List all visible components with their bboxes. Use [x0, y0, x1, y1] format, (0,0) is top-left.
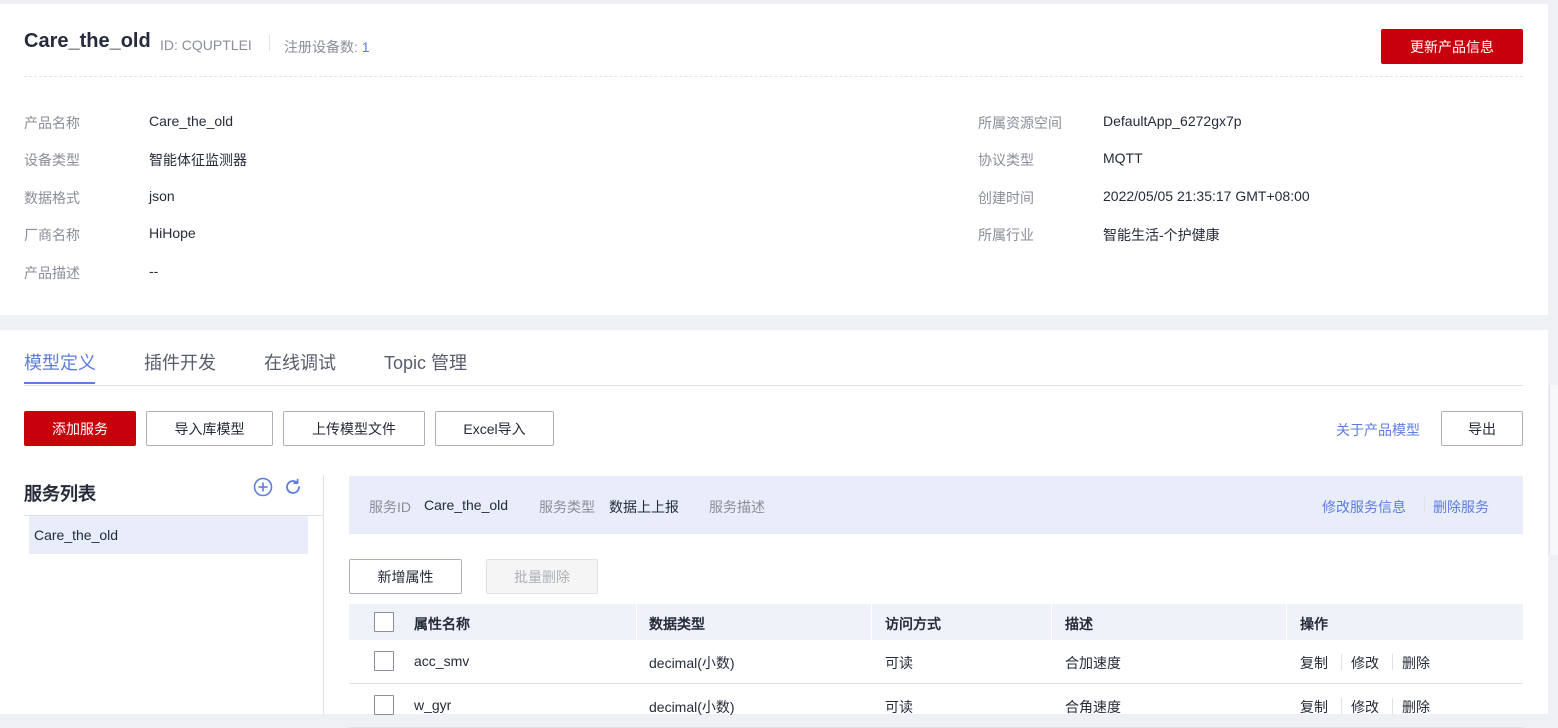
cell-description: 合加速度 [1065, 655, 1121, 671]
delete-link[interactable]: 删除 [1402, 697, 1430, 717]
cell-access: 可读 [885, 655, 913, 671]
about-product-model-link[interactable]: 关于产品模型 [1336, 420, 1420, 440]
info-value-data-format: json [149, 188, 175, 204]
tab-model-definition[interactable]: 模型定义 [24, 349, 96, 375]
info-label-protocol: 协议类型 [978, 152, 1034, 168]
column-divider [1286, 604, 1287, 640]
header-data-type: 数据类型 [649, 616, 705, 632]
cell-access: 可读 [885, 699, 913, 715]
op-divider [1392, 698, 1393, 714]
column-divider [1051, 604, 1052, 640]
info-value-device-type: 智能体征监测器 [149, 152, 247, 168]
table-header: 属性名称 数据类型 访问方式 描述 操作 [349, 604, 1523, 640]
delete-service-link[interactable]: 删除服务 [1433, 497, 1489, 517]
header-divider [24, 76, 1523, 77]
export-button[interactable]: 导出 [1441, 411, 1523, 446]
add-service-button[interactable]: 添加服务 [24, 411, 136, 446]
service-type-value: 数据上上报 [609, 499, 679, 515]
info-label-device-type: 设备类型 [24, 152, 80, 168]
info-value-product-name: Care_the_old [149, 113, 234, 129]
add-circle-icon[interactable] [253, 477, 273, 497]
table-row: acc_smv decimal(小数) 可读 合加速度 复制 修改 删除 [349, 640, 1523, 684]
batch-delete-button[interactable]: 批量删除 [486, 559, 598, 594]
info-label-data-format: 数据格式 [24, 190, 80, 206]
edit-link[interactable]: 修改 [1351, 653, 1379, 673]
info-value-protocol: MQTT [1103, 150, 1143, 166]
service-desc-label: 服务描述 [709, 499, 765, 515]
edit-service-link[interactable]: 修改服务信息 [1322, 497, 1406, 517]
op-divider [1341, 654, 1342, 670]
service-type-label: 服务类型 [539, 499, 595, 515]
copy-link[interactable]: 复制 [1300, 697, 1328, 717]
service-panel-divider [323, 475, 324, 714]
info-value-industry: 智能生活-个护健康 [1103, 227, 1220, 243]
header-description: 描述 [1065, 616, 1093, 632]
tab-plugin-dev[interactable]: 插件开发 [144, 349, 216, 375]
info-label-vendor: 厂商名称 [24, 227, 80, 243]
row-checkbox[interactable] [374, 695, 394, 715]
column-divider [636, 604, 637, 640]
info-label-created: 创建时间 [978, 190, 1034, 206]
header-access: 访问方式 [885, 616, 941, 632]
product-id: ID: CQUPTLEI [160, 37, 252, 53]
registered-devices-label: 注册设备数: [284, 39, 358, 55]
product-header-card: Care_the_old ID: CQUPTLEI 注册设备数: 1 更新产品信… [0, 4, 1548, 315]
op-divider [1341, 698, 1342, 714]
upload-model-file-button[interactable]: 上传模型文件 [283, 411, 425, 446]
column-divider [871, 604, 872, 640]
select-all-checkbox[interactable] [374, 612, 394, 632]
service-list-title: 服务列表 [24, 484, 96, 504]
cell-data-type: decimal(小数) [649, 655, 735, 671]
info-label-product-name: 产品名称 [24, 115, 80, 131]
cell-description: 合角速度 [1065, 699, 1121, 715]
header-actions: 操作 [1300, 616, 1328, 632]
cell-property-name: w_gyr [414, 697, 452, 713]
row-checkbox[interactable] [374, 651, 394, 671]
info-label-industry: 所属行业 [978, 227, 1034, 243]
service-list-item[interactable]: Care_the_old [29, 516, 308, 554]
info-value-created: 2022/05/05 21:35:17 GMT+08:00 [1103, 188, 1310, 204]
product-title: Care_the_old [24, 30, 151, 52]
edit-link[interactable]: 修改 [1351, 697, 1379, 717]
title-divider [269, 35, 270, 51]
info-label-description: 产品描述 [24, 265, 80, 281]
info-label-resource-space: 所属资源空间 [978, 115, 1062, 131]
service-id-value: Care_the_old [424, 497, 509, 513]
info-value-vendor: HiHope [149, 225, 196, 241]
service-id-label: 服务ID [369, 499, 411, 515]
info-value-description: -- [149, 263, 159, 279]
tabs-baseline [24, 385, 1523, 386]
import-library-model-button[interactable]: 导入库模型 [146, 411, 273, 446]
active-tab-indicator [24, 382, 95, 384]
model-definition-card: 模型定义 插件开发 在线调试 Topic 管理 添加服务 导入库模型 上传模型文… [0, 330, 1548, 728]
op-divider [1392, 654, 1393, 670]
header-property-name: 属性名称 [414, 616, 470, 632]
add-property-button[interactable]: 新增属性 [349, 559, 462, 594]
delete-link[interactable]: 删除 [1402, 653, 1430, 673]
cell-property-name: acc_smv [414, 653, 470, 669]
cell-data-type: decimal(小数) [649, 699, 735, 715]
scrollbar[interactable] [1549, 385, 1558, 555]
service-link-divider [1424, 497, 1425, 513]
registered-devices: 注册设备数: 1 [284, 37, 370, 57]
update-product-button[interactable]: 更新产品信息 [1381, 29, 1523, 64]
table-row: w_gyr decimal(小数) 可读 合角速度 复制 修改 删除 [349, 684, 1523, 728]
registered-devices-count[interactable]: 1 [362, 39, 370, 55]
copy-link[interactable]: 复制 [1300, 653, 1328, 673]
refresh-icon[interactable] [283, 477, 303, 497]
tab-topic-management[interactable]: Topic 管理 [384, 349, 467, 375]
excel-import-button[interactable]: Excel导入 [435, 411, 554, 446]
tab-online-debug[interactable]: 在线调试 [264, 349, 336, 375]
service-info-bar: 服务ID Care_the_old 服务类型 数据上上报 服务描述 修改服务信息… [349, 476, 1523, 534]
info-value-resource-space: DefaultApp_6272gx7p [1103, 113, 1242, 129]
